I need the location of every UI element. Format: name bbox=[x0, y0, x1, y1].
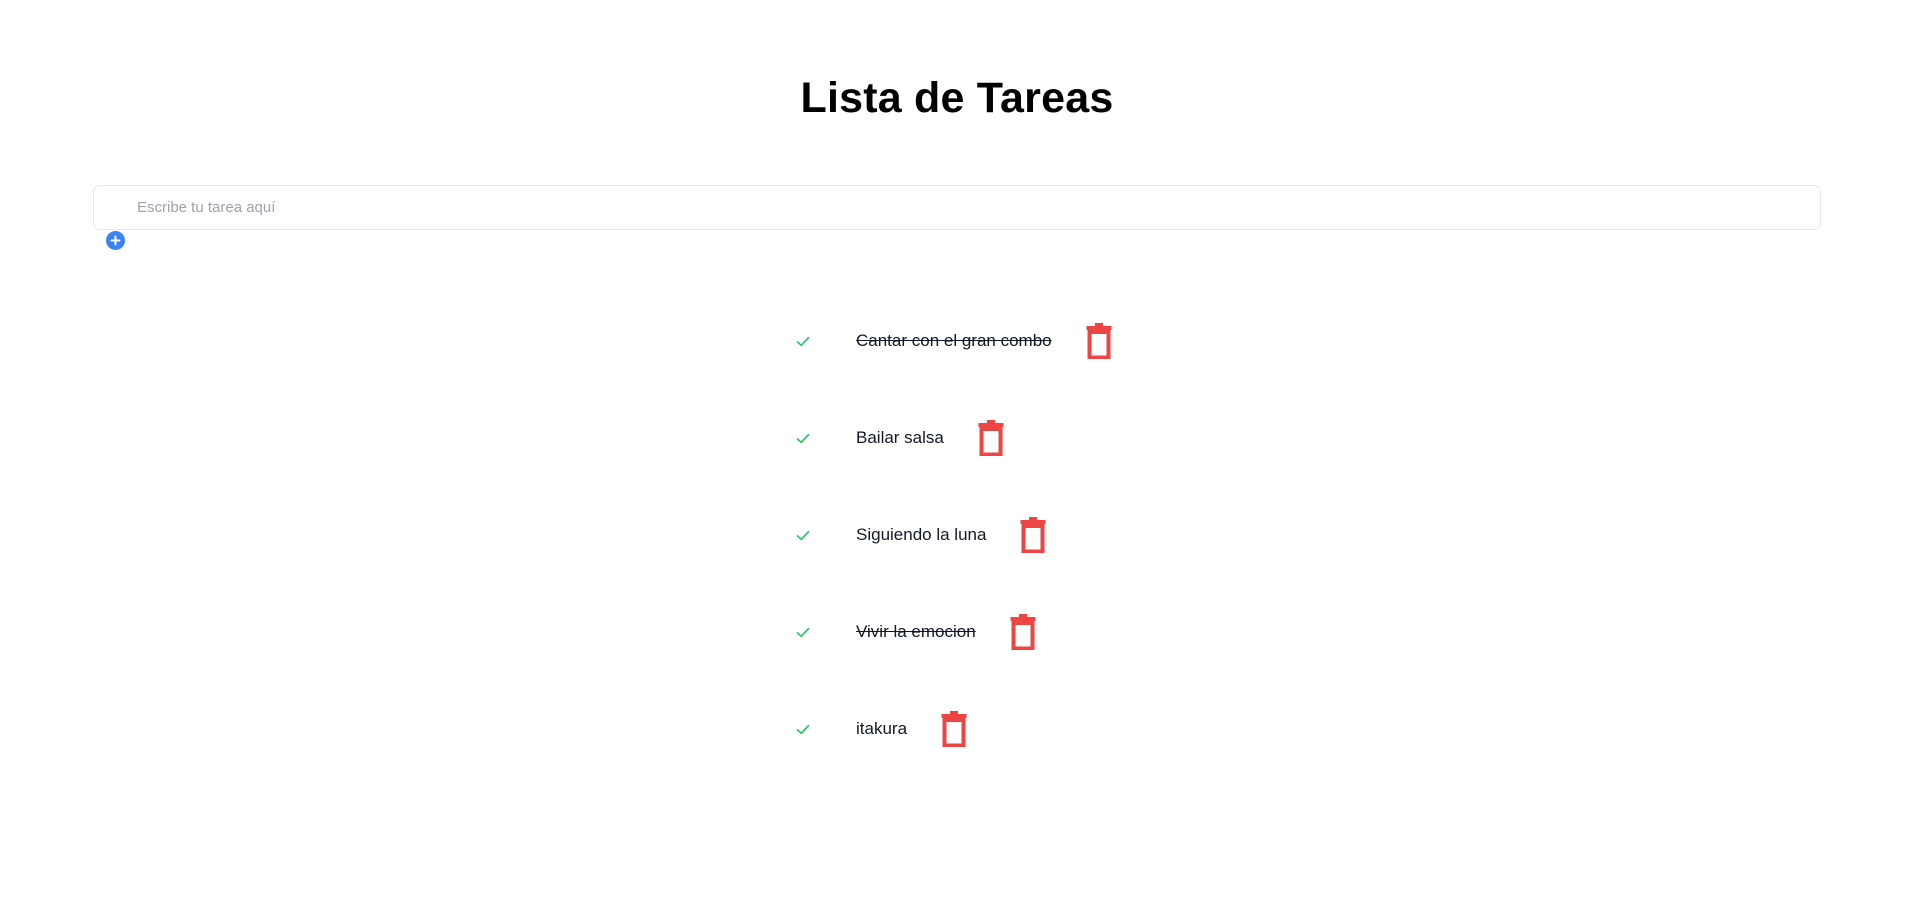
task-input[interactable] bbox=[93, 185, 1821, 230]
page-title: Lista de Tareas bbox=[800, 74, 1114, 122]
delete-task-button[interactable] bbox=[1084, 321, 1114, 361]
add-task-button[interactable] bbox=[106, 231, 125, 250]
plus-icon bbox=[110, 235, 121, 246]
delete-task-button[interactable] bbox=[976, 418, 1006, 458]
task-item: Vivir la emocion bbox=[796, 612, 1114, 709]
task-item: itakura bbox=[796, 709, 1114, 806]
trash-icon bbox=[978, 420, 1004, 456]
check-icon[interactable] bbox=[796, 612, 816, 652]
task-item: Siguiendo la luna bbox=[796, 515, 1114, 612]
trash-icon bbox=[1010, 614, 1036, 650]
task-list: Cantar con el gran combo Bailar salsa Si… bbox=[796, 321, 1114, 806]
task-item: Cantar con el gran combo bbox=[796, 321, 1114, 418]
check-icon[interactable] bbox=[796, 418, 816, 458]
todo-page: Lista de Tareas Cantar con el gran combo bbox=[0, 0, 1920, 922]
trash-icon bbox=[941, 711, 967, 747]
trash-icon bbox=[1086, 323, 1112, 359]
delete-task-button[interactable] bbox=[1008, 612, 1038, 652]
task-text[interactable]: Cantar con el gran combo bbox=[856, 321, 1052, 361]
check-icon[interactable] bbox=[796, 709, 816, 749]
delete-task-button[interactable] bbox=[939, 709, 969, 749]
task-text[interactable]: Siguiendo la luna bbox=[856, 515, 986, 555]
check-icon[interactable] bbox=[796, 515, 816, 555]
task-text[interactable]: itakura bbox=[856, 709, 907, 749]
new-task-form bbox=[93, 185, 1821, 230]
trash-icon bbox=[1020, 517, 1046, 553]
task-text[interactable]: Vivir la emocion bbox=[856, 612, 976, 652]
delete-task-button[interactable] bbox=[1018, 515, 1048, 555]
task-item: Bailar salsa bbox=[796, 418, 1114, 515]
check-icon[interactable] bbox=[796, 321, 816, 361]
task-text[interactable]: Bailar salsa bbox=[856, 418, 944, 458]
